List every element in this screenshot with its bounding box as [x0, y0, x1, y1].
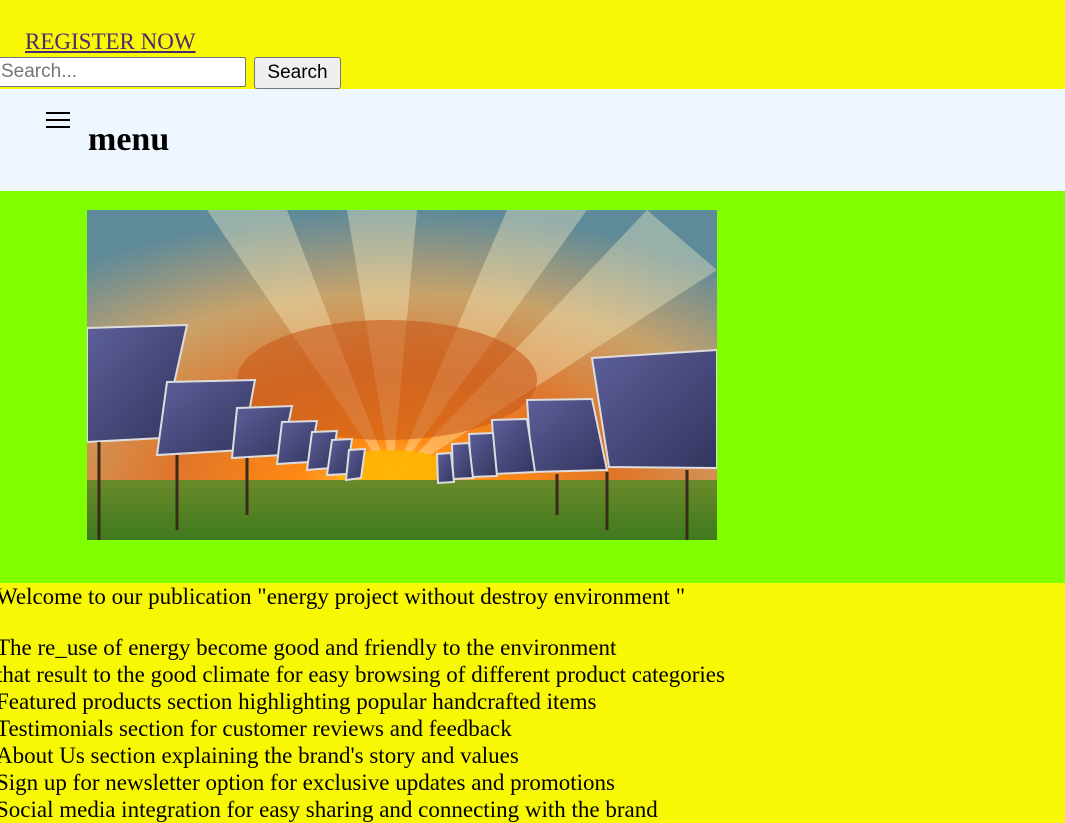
list-item: About Us section explaining the brand's …: [0, 743, 519, 768]
feature-list: The re_use of energy become good and fri…: [0, 634, 725, 823]
register-now-link[interactable]: REGISTER NOW: [25, 29, 196, 55]
list-item: that result to the good climate for easy…: [0, 662, 725, 687]
search-input[interactable]: [0, 57, 246, 87]
list-item: Testimonials section for customer review…: [0, 716, 512, 741]
list-item: Sign up for newsletter option for exclus…: [0, 770, 615, 795]
welcome-text: Welcome to our publication "energy proje…: [0, 584, 686, 609]
search-button[interactable]: Search: [254, 57, 341, 89]
list-item: Featured products section highlighting p…: [0, 689, 597, 714]
menu-label: menu: [88, 121, 170, 158]
list-item: The re_use of energy become good and fri…: [0, 635, 617, 660]
hamburger-icon[interactable]: [46, 107, 72, 131]
solar-panels-image: [87, 210, 717, 540]
list-item: Social media integration for easy sharin…: [0, 797, 658, 822]
